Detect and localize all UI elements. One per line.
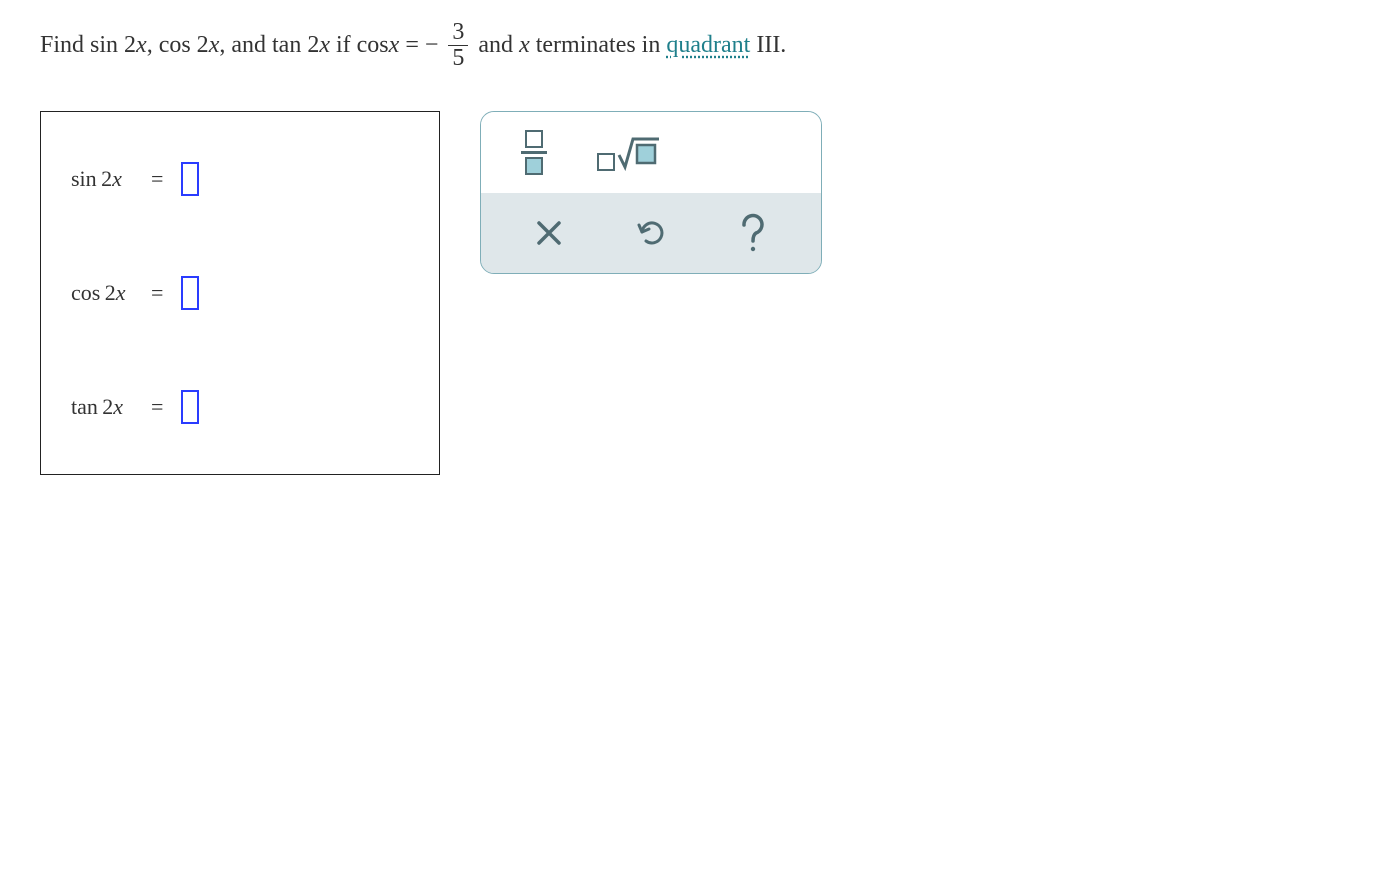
input-sin2x[interactable] <box>181 162 199 196</box>
comma: , <box>219 32 225 58</box>
var-x: x <box>136 32 147 58</box>
tool-panel <box>480 111 822 274</box>
equals: = <box>151 166 163 192</box>
negative-sign: − <box>425 29 439 63</box>
fraction-icon[interactable] <box>521 130 547 175</box>
undo-icon[interactable] <box>634 216 668 250</box>
help-icon[interactable] <box>738 213 768 253</box>
label-2: 2 <box>102 394 113 419</box>
text-and: and <box>231 29 266 63</box>
equals: = <box>151 280 163 306</box>
fn-cos: cos <box>357 32 389 58</box>
comma: , <box>147 32 153 58</box>
denominator: 5 <box>448 46 468 71</box>
link-quadrant[interactable]: quadrant <box>666 29 750 63</box>
text-if: if <box>336 29 351 63</box>
label-2: 2 <box>101 166 112 191</box>
answer-row-tan2x: tan 2x = <box>71 390 409 424</box>
text-roman: III. <box>756 29 786 63</box>
equals: = <box>151 394 163 420</box>
equals: = <box>405 29 419 63</box>
label-x: x <box>112 166 122 191</box>
label-sin: sin <box>71 166 97 191</box>
numerator: 3 <box>448 20 468 46</box>
tool-bottom-row <box>481 193 821 273</box>
fn-tan2: tan 2 <box>272 32 319 58</box>
label-x: x <box>113 394 123 419</box>
label-cos: cos <box>71 280 100 305</box>
fraction-3-5: 3 5 <box>448 20 468 71</box>
answer-row-sin2x: sin 2x = <box>71 162 409 196</box>
var-x: x <box>389 32 400 58</box>
var-x: x <box>209 32 220 58</box>
text-terminates: terminates in <box>536 29 661 63</box>
label-x: x <box>116 280 126 305</box>
var-x: x <box>319 32 330 58</box>
answer-row-cos2x: cos 2x = <box>71 276 409 310</box>
input-cos2x[interactable] <box>181 276 199 310</box>
var-x: x <box>519 29 530 63</box>
close-icon[interactable] <box>534 218 564 248</box>
text-find: Find <box>40 29 84 63</box>
input-tan2x[interactable] <box>181 390 199 424</box>
label-tan: tan <box>71 394 98 419</box>
answer-box: sin 2x = cos 2x = tan 2x = <box>40 111 440 475</box>
question-text: Find sin 2x, cos 2x, and tan 2x if cosx … <box>40 20 1348 71</box>
fn-sin2: sin 2 <box>90 32 136 58</box>
fn-cos2: cos 2 <box>159 32 209 58</box>
nth-root-icon[interactable] <box>597 135 661 171</box>
text-and: and <box>478 29 513 63</box>
label-2: 2 <box>105 280 116 305</box>
tool-top-row <box>481 112 821 193</box>
